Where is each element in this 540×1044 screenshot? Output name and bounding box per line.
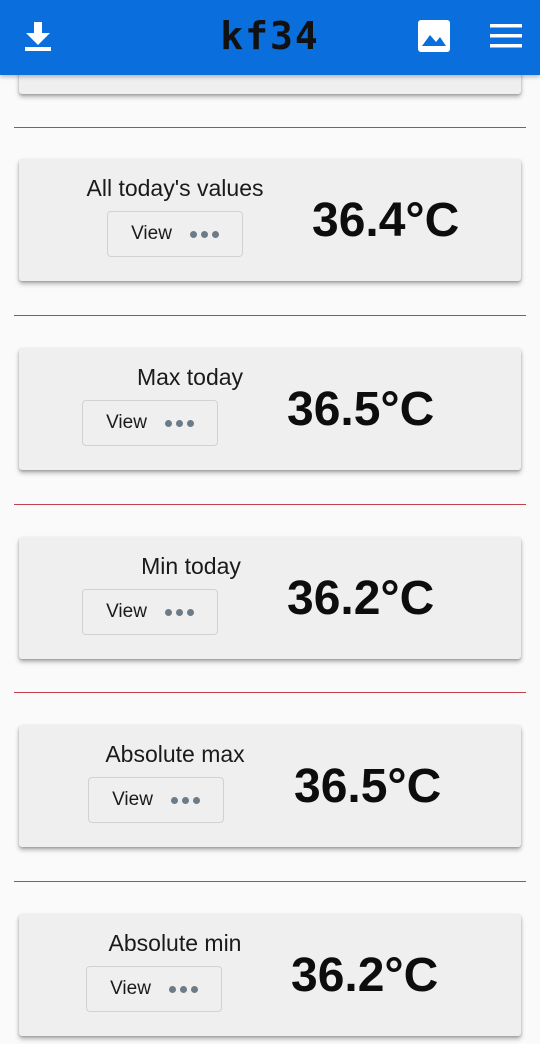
divider	[14, 692, 526, 693]
temperature-value: 36.2°C	[287, 572, 435, 625]
card-absolute-max: Absolute max View 36.5°C	[19, 725, 521, 847]
card-label: Absolute min	[108, 930, 242, 956]
divider	[14, 881, 526, 882]
menu-button[interactable]	[486, 16, 526, 56]
image-button[interactable]	[414, 16, 454, 56]
view-button[interactable]: View	[88, 777, 224, 823]
view-button[interactable]: View	[82, 589, 218, 635]
temperature-value: 36.5°C	[287, 383, 435, 436]
card-left: Absolute max View	[65, 739, 285, 823]
temperature-value: 36.2°C	[291, 949, 439, 1002]
more-dots-icon	[170, 796, 200, 804]
card-left: Max today View	[65, 362, 285, 446]
view-button[interactable]: View	[107, 211, 243, 257]
view-button-label: View	[110, 978, 151, 999]
card-all-todays-values: All today's values View 36.4°C	[19, 159, 521, 281]
more-dots-icon	[168, 985, 198, 993]
top-app-bar: kf34	[0, 0, 540, 75]
card-max-today: Max today View 36.5°C	[19, 348, 521, 470]
card-label: All today's values	[86, 175, 264, 201]
card-min-today: Min today View 36.2°C	[19, 537, 521, 659]
divider	[14, 315, 526, 316]
card-label: Max today	[136, 364, 244, 390]
card-absolute-min: Absolute min View 36.2°C	[19, 914, 521, 1036]
more-dots-icon	[164, 608, 194, 616]
card-label: Absolute max	[105, 741, 245, 767]
temperature-value: 36.5°C	[294, 760, 442, 813]
view-button[interactable]: View	[82, 400, 218, 446]
app-title: kf34	[220, 14, 320, 58]
card-left: Absolute min View	[65, 928, 285, 1012]
view-button-label: View	[112, 789, 153, 810]
image-icon	[418, 20, 450, 52]
card-left: Min today View	[65, 551, 285, 635]
card-label: Min today	[141, 553, 241, 579]
card-left: All today's values View	[65, 173, 285, 257]
view-button-label: View	[131, 223, 172, 244]
more-dots-icon	[189, 230, 219, 238]
menu-icon	[490, 24, 522, 48]
more-dots-icon	[164, 419, 194, 427]
divider	[14, 127, 526, 128]
divider	[14, 504, 526, 505]
app-screen: All today's values View 36.4°C Max today…	[0, 0, 540, 1044]
view-button-label: View	[106, 601, 147, 622]
temperature-value: 36.4°C	[312, 194, 460, 247]
view-button-label: View	[106, 412, 147, 433]
view-button[interactable]: View	[86, 966, 222, 1012]
